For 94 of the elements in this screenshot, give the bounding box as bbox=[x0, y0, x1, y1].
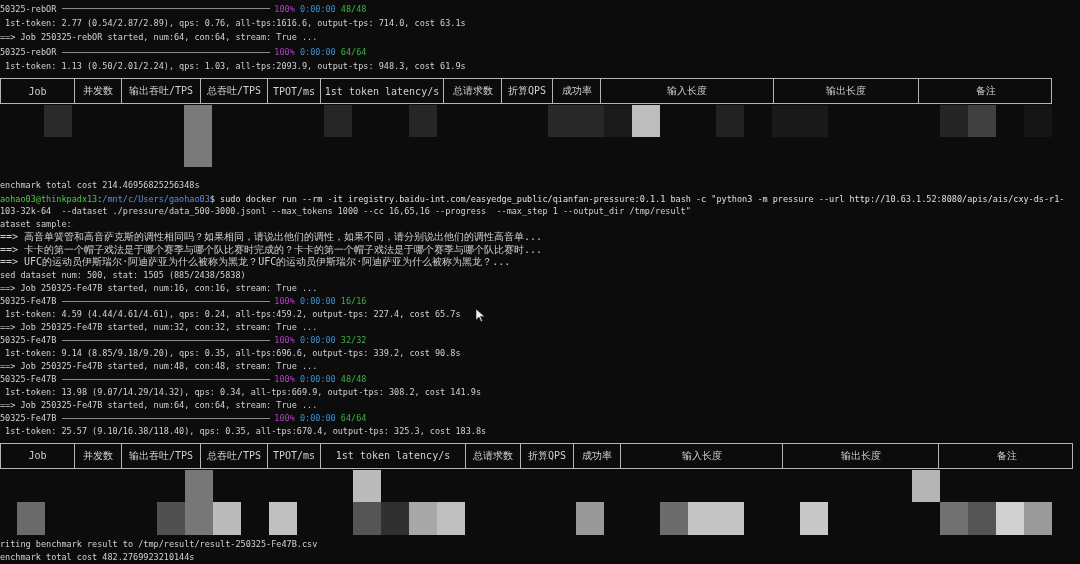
terminal-line: ==> 卡卡的第一个帽子戏法是于哪个赛季与哪个队比赛时完成的？卡卡的第一个帽子戏法是于哪个赛季与哪个队比赛时... bbox=[0, 243, 543, 256]
terminal-line: ==> Job 250325-rebOR started, num:64, con:64, stream: True ... bbox=[0, 31, 318, 44]
job-name: 50325-rebOR bbox=[0, 3, 57, 14]
column-header: 备注 bbox=[975, 84, 997, 98]
terminal-line: ==> Job 250325-Fe47B started, num:48, con:48, stream: True ... bbox=[0, 359, 318, 373]
elapsed-time: 0:00:00 bbox=[299, 374, 336, 384]
elapsed-time: 0:00:00 bbox=[299, 296, 336, 306]
terminal-line: enchmark total cost 482.2769923210144s bbox=[0, 550, 195, 564]
pixelated-block bbox=[940, 105, 968, 137]
prompt-separator: : bbox=[97, 193, 103, 204]
prompt-path: /mnt/c/Users/gaohao03 bbox=[102, 193, 210, 204]
progress-count: 48/48 bbox=[340, 374, 367, 384]
column-header: 总吞吐/TPS bbox=[201, 79, 268, 103]
column-header: 折算QPS bbox=[502, 79, 553, 103]
job-name: 50325-rebOR bbox=[0, 47, 57, 57]
pixelated-block bbox=[996, 501, 1024, 535]
terminal-line: ==> Job 250325-Fe47B started, num:32, con:32, stream: True ... bbox=[0, 320, 318, 334]
terminal-line: 1st-token: 2.77 (0.54/2.87/2.89), qps: 0.76, all-tps:1616.6, output-tps: 714.0, cost 63.1s bbox=[4, 16, 466, 30]
column-header: 输出长度 bbox=[783, 443, 939, 468]
terminal-line: ==> UFC的运动员伊斯瑞尔·阿迪萨亚为什么被称为黑龙？UFC的运动员伊斯瑞尔·阿迪萨亚为什么被称为黑龙？... bbox=[0, 256, 511, 269]
column-header: 输入长度 bbox=[601, 79, 774, 103]
job-name: 50325-Fe47B bbox=[0, 374, 57, 384]
pixelated-block bbox=[968, 105, 996, 137]
column-header: TPOT/ms bbox=[268, 79, 321, 103]
column-header: 输入长度 bbox=[621, 443, 783, 468]
column-header: 输出长度 bbox=[774, 79, 919, 103]
elapsed-time: 0:00:00 bbox=[299, 47, 336, 57]
progress-count: 16/16 bbox=[340, 296, 367, 306]
pixelated-block bbox=[409, 105, 437, 137]
column-header: 成功率 bbox=[574, 443, 621, 468]
terminal-line: enchmark total cost 214.46956825256348s bbox=[0, 179, 200, 192]
pixelated-block bbox=[44, 105, 72, 137]
terminal-line: 1st-token: 9.14 (8.85/9.18/9.20), qps: 0.35, all-tps:696.6, output-tps: 339.2, cost 90.8s bbox=[4, 346, 461, 360]
column-header: TPOT/ms bbox=[268, 443, 321, 468]
pixelated-block bbox=[269, 501, 297, 535]
job-name: 50325-Fe47B bbox=[0, 413, 57, 423]
terminal-line: ==> Job 250325-Fe47B started, num:64, con:64, stream: True ... bbox=[0, 398, 318, 412]
progress-count: 32/32 bbox=[340, 335, 367, 345]
terminal-line: 1st-token: 4.59 (4.44/4.61/4.61), qps: 0.24, all-tps:459.2, output-tps: 227.4, cost 65.7s bbox=[4, 307, 461, 321]
elapsed-time: 0:00:00 bbox=[299, 335, 336, 345]
pixelated-block bbox=[324, 105, 352, 137]
pixelated-block bbox=[381, 501, 409, 535]
column-header: 并发数 bbox=[75, 443, 122, 468]
terminal-line: riting benchmark result to /tmp/result/result-250325-Fe47B.csv bbox=[0, 537, 318, 551]
terminal-line: 1st-token: 1.13 (0.50/2.01/2.24), qps: 1.03, all-tps:2093.9, output-tps: 948.3, cost 61.9s bbox=[4, 60, 466, 73]
pixelated-block bbox=[576, 501, 604, 535]
progress-count: 48/48 bbox=[340, 3, 367, 14]
pixelated-block bbox=[409, 501, 437, 535]
pixelated-block bbox=[1024, 105, 1052, 137]
progress-percent: 100% bbox=[274, 3, 295, 14]
terminal-line: 1st-token: 25.57 (9.10/16.38/118.40), qps: 0.35, all-tps:670.4, output-tps: 325.3, cost 183.8s bbox=[4, 424, 487, 438]
column-header: Job bbox=[1, 79, 75, 103]
pixelated-block bbox=[1024, 501, 1052, 535]
progress-percent: 100% bbox=[274, 374, 295, 384]
column-header: 折算QPS bbox=[521, 443, 574, 468]
pixelated-block bbox=[716, 105, 744, 137]
column-header: Job bbox=[1, 443, 75, 468]
pixelated-block bbox=[800, 501, 828, 535]
mouse-cursor-icon bbox=[476, 309, 485, 322]
column-header: 备注 bbox=[995, 448, 1018, 463]
pixelated-block bbox=[437, 501, 465, 535]
progress-percent: 100% bbox=[274, 47, 295, 57]
column-header: 总请求数 bbox=[444, 79, 502, 103]
pixelated-block bbox=[353, 501, 381, 535]
progress-percent: 100% bbox=[274, 413, 295, 423]
column-header: 总吞吐/TPS bbox=[201, 443, 268, 468]
elapsed-time: 0:00:00 bbox=[299, 3, 336, 14]
progress-count: 64/64 bbox=[340, 413, 367, 423]
pixelated-block bbox=[17, 501, 45, 535]
terminal-line: ==> 高音单簧管和高音萨克斯的调性相同吗？如果相同，请说出他们的调性，如果不同，请分别说出他们的调性高音单... bbox=[0, 231, 543, 244]
pixelated-block bbox=[940, 501, 968, 535]
terminal-line: ==> Job 250325-Fe47B started, num:16, con:16, stream: True ... bbox=[0, 281, 318, 295]
column-header: 并发数 bbox=[75, 79, 122, 103]
progress-count: 64/64 bbox=[340, 47, 367, 57]
terminal-line: 1st-token: 13.98 (9.07/14.29/14.32), qps: 0.34, all-tps:669.9, output-tps: 308.2, cost 141.9s bbox=[4, 385, 482, 399]
column-header: 总请求数 bbox=[466, 443, 521, 468]
column-header: 输出吞吐/TPS bbox=[122, 443, 201, 468]
command-text: $ sudo docker run --rm -it iregistry.baidu-int.com/easyedge_public/qianfan-pressure:0.1.1 bash -c "python3 -m pressure --url http://10.63.1.52:8080/apis/ais/cxy-ds-r1- bbox=[209, 193, 1065, 204]
progress-percent: 100% bbox=[274, 296, 295, 306]
column-header: 1st token latency/s bbox=[321, 443, 466, 468]
terminal-line: sed dataset num: 500, stat: 1505 (885/2438/5838) bbox=[0, 268, 246, 282]
progress-percent: 100% bbox=[274, 335, 295, 345]
terminal-line: ataset sample: bbox=[0, 218, 72, 231]
column-header: 成功率 bbox=[553, 79, 601, 103]
elapsed-time: 0:00:00 bbox=[299, 413, 336, 423]
terminal-line: 103-32k-64 --dataset ./pressure/data_500-3000.jsonl --max_tokens 1000 --cc 16,65,16 --progress --max_step 1 --output_dir /tmp/result" bbox=[0, 205, 691, 218]
pixelated-block bbox=[968, 501, 996, 535]
pixelated-block bbox=[772, 105, 828, 137]
pixelated-block bbox=[184, 105, 212, 167]
job-name: 50325-Fe47B bbox=[0, 296, 57, 306]
job-name: 50325-Fe47B bbox=[0, 335, 57, 345]
column-header: 输出吞吐/TPS bbox=[122, 79, 201, 103]
column-header: 1st token latency/s bbox=[321, 79, 444, 103]
prompt-user-host: aohao03@thinkpadx13 bbox=[0, 193, 98, 204]
